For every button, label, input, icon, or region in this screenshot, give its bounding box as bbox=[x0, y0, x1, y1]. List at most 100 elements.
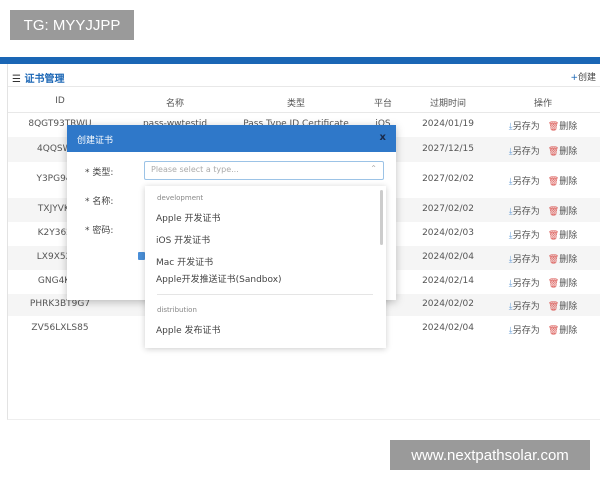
delete-label: 删除 bbox=[559, 122, 578, 132]
delete-button[interactable]: 🗑删除 bbox=[540, 207, 577, 217]
col-platform: 平台 bbox=[373, 99, 393, 109]
dialog-title: 创建证书 bbox=[77, 136, 114, 146]
save-as-label: 另存为 bbox=[512, 146, 540, 157]
watermark-top: TG: MYYJJPP bbox=[10, 10, 134, 40]
delete-label: 删除 bbox=[559, 207, 578, 217]
option-apple-dist[interactable]: Apple 发布证书 bbox=[156, 323, 220, 336]
delete-button[interactable]: 🗑删除 bbox=[540, 122, 577, 132]
row-actions: ⤓另存为 🗑删除 bbox=[509, 299, 577, 312]
group-label-distribution: distribution bbox=[157, 306, 197, 314]
delete-button[interactable]: 🗑删除 bbox=[540, 302, 577, 312]
col-expiry: 过期时间 bbox=[429, 99, 467, 109]
top-bar bbox=[0, 57, 600, 64]
row-actions: ⤓另存为 🗑删除 bbox=[509, 252, 577, 265]
create-button[interactable]: +创建 bbox=[570, 70, 596, 83]
row-actions: ⤓另存为 🗑删除 bbox=[509, 228, 577, 241]
type-dropdown: development Apple 开发证书 iOS 开发证书 Mac 开发证书… bbox=[145, 186, 386, 348]
save-as-button[interactable]: ⤓另存为 bbox=[509, 326, 540, 336]
scrollbar[interactable] bbox=[380, 190, 383, 245]
row-actions: ⤓另存为 🗑删除 bbox=[509, 144, 577, 157]
watermark-bottom: www.nextpathsolar.com bbox=[390, 440, 590, 470]
delete-button[interactable]: 🗑删除 bbox=[540, 326, 577, 336]
divider bbox=[8, 86, 600, 87]
save-as-label: 另存为 bbox=[512, 122, 540, 132]
trash-icon: 🗑 bbox=[547, 207, 560, 217]
cell-expiry: 2024/02/04 bbox=[422, 323, 474, 333]
save-as-label: 另存为 bbox=[512, 326, 540, 336]
trash-icon: 🗑 bbox=[547, 326, 560, 336]
save-as-label: 另存为 bbox=[512, 255, 540, 265]
type-label: * 类型: bbox=[85, 168, 114, 178]
delete-button[interactable]: 🗑删除 bbox=[540, 231, 577, 241]
type-placeholder: Please select a type... bbox=[151, 165, 239, 174]
save-as-button[interactable]: ⤓另存为 bbox=[509, 302, 540, 312]
save-as-button[interactable]: ⤓另存为 bbox=[509, 255, 540, 265]
group-divider bbox=[157, 294, 373, 295]
cell-expiry: 2024/02/02 bbox=[422, 299, 474, 309]
option-apple-dev[interactable]: Apple 开发证书 bbox=[156, 211, 220, 224]
group-label-development: development bbox=[157, 194, 204, 202]
col-actions: 操作 bbox=[533, 99, 553, 109]
save-as-label: 另存为 bbox=[512, 177, 540, 187]
save-as-label: 另存为 bbox=[512, 207, 540, 217]
save-as-button[interactable]: ⤓另存为 bbox=[509, 147, 540, 157]
dialog-header: 创建证书 bbox=[67, 125, 396, 152]
delete-label: 删除 bbox=[559, 326, 578, 336]
page-title: ☰ 证书管理 bbox=[12, 70, 64, 85]
close-icon[interactable]: x bbox=[380, 132, 386, 143]
delete-label: 删除 bbox=[559, 302, 578, 312]
cell-expiry: 2024/02/03 bbox=[422, 228, 474, 238]
col-id: ID bbox=[55, 96, 65, 106]
plus-icon: + bbox=[570, 73, 578, 83]
delete-button[interactable]: 🗑删除 bbox=[540, 255, 577, 265]
save-as-button[interactable]: ⤓另存为 bbox=[509, 231, 540, 241]
cell-expiry: 2027/12/15 bbox=[422, 143, 474, 154]
cell-expiry: 2024/02/14 bbox=[422, 276, 474, 286]
col-name: 名称 bbox=[165, 99, 185, 109]
trash-icon: 🗑 bbox=[547, 122, 560, 132]
cell-id: PHRK3BT9G7 bbox=[29, 299, 91, 309]
cell-expiry: 2027/02/02 bbox=[422, 174, 474, 184]
save-as-label: 另存为 bbox=[512, 231, 540, 241]
type-select[interactable]: Please select a type... ⌃ bbox=[144, 161, 384, 180]
save-as-button[interactable]: ⤓另存为 bbox=[509, 177, 540, 187]
row-actions: ⤓另存为 🗑删除 bbox=[509, 174, 577, 187]
delete-button[interactable]: 🗑删除 bbox=[540, 147, 577, 157]
option-ios-dev[interactable]: iOS 开发证书 bbox=[156, 233, 210, 246]
trash-icon: 🗑 bbox=[547, 177, 560, 187]
delete-label: 删除 bbox=[559, 279, 578, 289]
name-label: * 名称: bbox=[85, 197, 114, 207]
cell-expiry: 2024/01/19 bbox=[422, 119, 474, 129]
row-actions: ⤓另存为 🗑删除 bbox=[509, 204, 577, 217]
trash-icon: 🗑 bbox=[547, 302, 560, 312]
col-type: 类型 bbox=[286, 99, 306, 109]
trash-icon: 🗑 bbox=[547, 279, 560, 289]
delete-label: 删除 bbox=[559, 231, 578, 241]
hamburger-icon: ☰ bbox=[12, 74, 25, 85]
cell-expiry: 2027/02/02 bbox=[422, 204, 474, 214]
checkbox[interactable] bbox=[138, 252, 145, 260]
save-as-label: 另存为 bbox=[512, 279, 540, 289]
delete-button[interactable]: 🗑删除 bbox=[540, 177, 577, 187]
chevron-up-icon: ⌃ bbox=[370, 164, 377, 173]
delete-label: 删除 bbox=[559, 255, 578, 265]
cell-id: ZV56LXLS85 bbox=[31, 323, 89, 333]
option-mac-dev[interactable]: Mac 开发证书 bbox=[156, 255, 213, 268]
cell-expiry: 2024/02/04 bbox=[422, 252, 474, 262]
save-as-button[interactable]: ⤓另存为 bbox=[509, 207, 540, 217]
delete-label: 删除 bbox=[559, 177, 578, 187]
save-as-label: 另存为 bbox=[512, 302, 540, 312]
delete-label: 删除 bbox=[559, 146, 578, 157]
trash-icon: 🗑 bbox=[547, 255, 560, 265]
row-actions: ⤓另存为 🗑删除 bbox=[509, 323, 577, 336]
option-apple-push-sandbox[interactable]: Apple开发推送证书(Sandbox) bbox=[156, 272, 282, 285]
row-actions: ⤓另存为 🗑删除 bbox=[509, 119, 577, 132]
password-label: * 密码: bbox=[85, 226, 114, 236]
save-as-button[interactable]: ⤓另存为 bbox=[509, 122, 540, 132]
create-label: 创建 bbox=[577, 73, 596, 83]
save-as-button[interactable]: ⤓另存为 bbox=[509, 279, 540, 289]
row-actions: ⤓另存为 🗑删除 bbox=[509, 276, 577, 289]
trash-icon: 🗑 bbox=[547, 146, 560, 157]
delete-button[interactable]: 🗑删除 bbox=[540, 279, 577, 289]
page-title-text: 证书管理 bbox=[24, 74, 65, 85]
